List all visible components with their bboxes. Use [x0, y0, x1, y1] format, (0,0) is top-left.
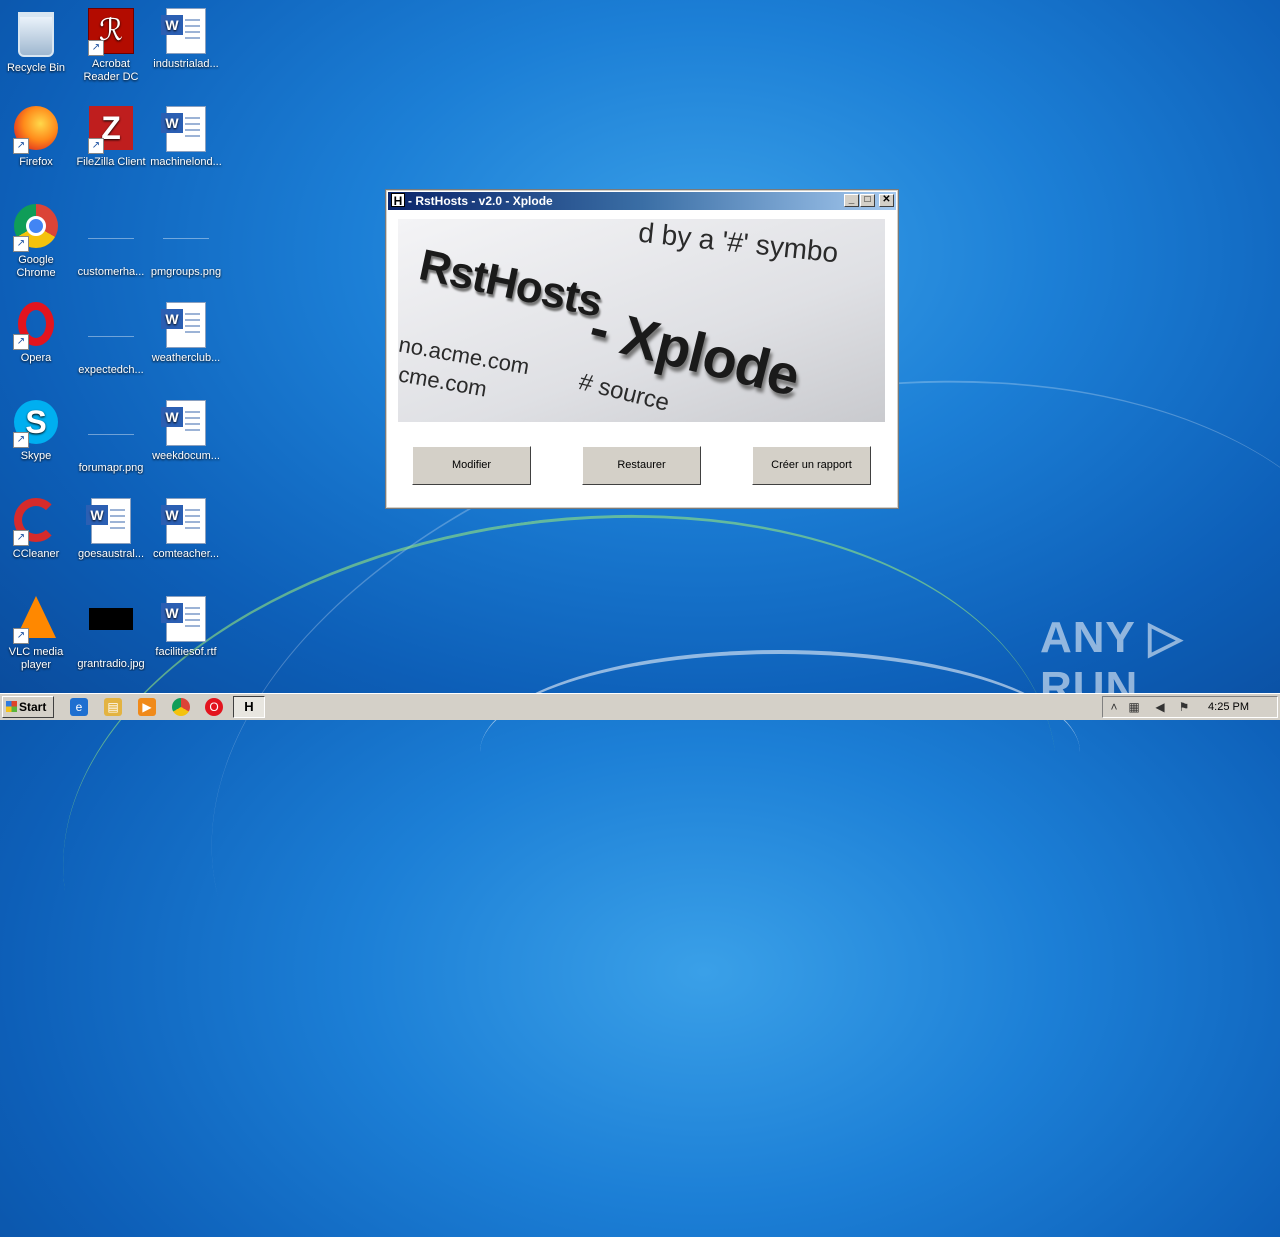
desktop-icon-expectedch[interactable]: expectedch...	[74, 302, 148, 377]
word-document-icon: W	[161, 498, 209, 544]
word-document-icon: W	[161, 8, 209, 54]
action-center-flag-icon[interactable]: ⚑	[1177, 700, 1191, 714]
desktop-icon-customerha[interactable]: customerha...	[74, 204, 148, 279]
window-title: - RstHosts - v2.0 - Xplode	[408, 194, 553, 208]
image-file-icon	[88, 216, 134, 262]
image-file-icon	[163, 216, 209, 262]
media-player-icon[interactable]: ▶	[138, 698, 156, 716]
desktop-icon-recycle-bin[interactable]: Recycle Bin	[0, 8, 73, 75]
desktop-icon-machinelond[interactable]: W machinelond...	[149, 106, 223, 169]
desktop-icon-pmgroups[interactable]: pmgroups.png	[149, 204, 223, 279]
word-document-icon: W	[161, 302, 209, 348]
taskbar: Start e ▤ ▶ O H ˄ ▦ ◀ ⚑ 4:25 PM	[0, 693, 1280, 720]
system-tray: ˄ ▦ ◀ ⚑ 4:25 PM	[1102, 696, 1278, 718]
desktop-icon-weatherclub[interactable]: W weatherclub...	[149, 302, 223, 365]
rsthosts-taskbar-button[interactable]: H	[233, 696, 265, 718]
desktop-icon-ccleaner[interactable]: ↗ CCleaner	[0, 498, 73, 561]
opera-icon: ↗	[13, 302, 59, 350]
desktop-icon-grantradio[interactable]: grantradio.jpg	[74, 596, 148, 671]
skype-icon: S ↗	[13, 400, 59, 448]
desktop-icon-comteacher[interactable]: W comteacher...	[149, 498, 223, 561]
desktop-icon-industrialad[interactable]: W industrialad...	[149, 8, 223, 71]
image-file-icon	[88, 608, 134, 654]
banner-image: d by a '#' symbo RstHosts - Xplode no.ac…	[398, 219, 885, 422]
image-file-icon	[88, 314, 134, 360]
app-icon[interactable]: H	[391, 193, 405, 208]
wallpaper-swoosh	[480, 650, 1080, 854]
ccleaner-icon: ↗	[13, 498, 59, 546]
network-icon[interactable]: ▦	[1127, 700, 1141, 714]
vlc-icon: ↗	[13, 596, 59, 644]
modifier-button[interactable]: Modifier	[412, 446, 531, 485]
word-document-icon: W	[161, 106, 209, 152]
desktop-icon-vlc[interactable]: ↗ VLC media player	[0, 596, 73, 672]
desktop-icon-firefox[interactable]: ↗ Firefox	[0, 106, 73, 169]
show-hidden-icons-icon[interactable]: ˄	[1107, 700, 1121, 714]
internet-explorer-icon[interactable]: e	[70, 698, 88, 716]
chrome-icon: ↗	[13, 204, 59, 252]
start-label: Start	[19, 700, 47, 714]
desktop-icon-facilitiesof[interactable]: W facilitiesof.rtf	[149, 596, 223, 659]
filezilla-icon: Z ↗	[88, 106, 134, 154]
banner-text-line: d by a '#' symbo	[636, 219, 840, 269]
desktop-icon-weekdocum[interactable]: W weekdocum...	[149, 400, 223, 463]
windows-logo-icon	[6, 701, 17, 712]
create-report-button[interactable]: Créer un rapport	[752, 446, 871, 485]
restaurer-button[interactable]: Restaurer	[582, 446, 701, 485]
image-file-icon	[88, 412, 134, 458]
desktop-icon-skype[interactable]: S ↗ Skype	[0, 400, 73, 463]
word-document-icon: W	[86, 498, 134, 544]
maximize-button[interactable]: □	[860, 194, 875, 207]
desktop-icon-chrome[interactable]: ↗ Google Chrome	[0, 204, 73, 280]
banner-heading: RstHosts	[415, 240, 607, 327]
start-button[interactable]: Start	[2, 696, 54, 718]
word-document-icon: W	[161, 400, 209, 446]
desktop-icon-filezilla[interactable]: Z ↗ FileZilla Client	[74, 106, 148, 169]
minimize-button[interactable]: _	[844, 194, 859, 207]
file-explorer-icon[interactable]: ▤	[104, 698, 122, 716]
recycle-bin-icon	[13, 12, 59, 58]
acrobat-icon: ℛ ↗	[88, 8, 134, 56]
firefox-icon: ↗	[13, 106, 59, 154]
volume-icon[interactable]: ◀	[1153, 700, 1167, 714]
clock[interactable]: 4:25 PM	[1208, 697, 1249, 717]
desktop-icon-forumapr[interactable]: forumapr.png	[74, 400, 148, 475]
desktop-icon-goesaustral[interactable]: W goesaustral...	[74, 498, 148, 561]
word-document-icon: W	[161, 596, 209, 642]
opera-taskbar-icon[interactable]: O	[205, 698, 223, 716]
desktop-icon-acrobat[interactable]: ℛ ↗ Acrobat Reader DC	[74, 8, 148, 84]
desktop-icon-opera[interactable]: ↗ Opera	[0, 302, 73, 365]
window-titlebar[interactable]: H - RstHosts - v2.0 - Xplode _ □ ✕	[388, 192, 896, 210]
close-button[interactable]: ✕	[879, 194, 894, 207]
chrome-taskbar-icon[interactable]	[172, 698, 190, 716]
rsthosts-window: H - RstHosts - v2.0 - Xplode _ □ ✕ d by …	[385, 189, 899, 509]
